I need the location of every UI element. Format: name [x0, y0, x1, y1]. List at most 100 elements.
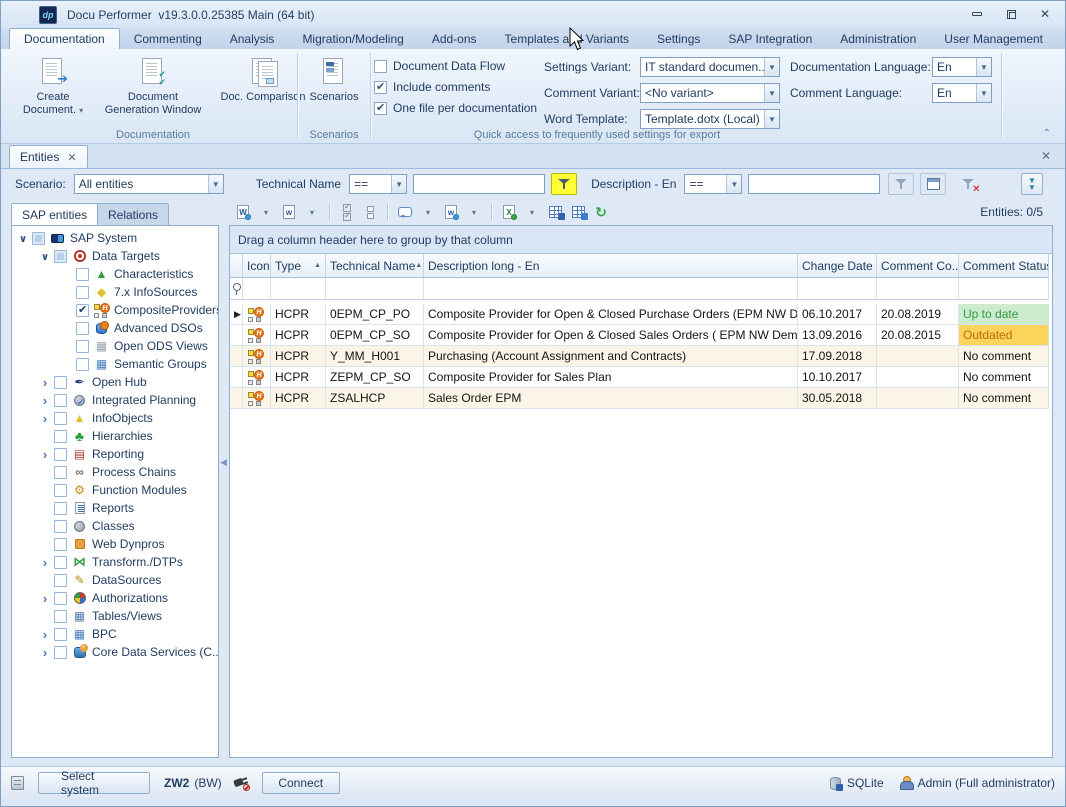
tree-item-data-targets[interactable]: Data Targets	[12, 247, 218, 265]
filter-editor-button[interactable]	[920, 173, 946, 195]
collapse-ribbon-icon[interactable]: ⌃	[1043, 128, 1051, 139]
checkbox[interactable]	[54, 376, 67, 389]
filter-button[interactable]	[888, 173, 914, 195]
checkbox[interactable]	[54, 394, 67, 407]
group-by-panel[interactable]: Drag a column header here to group by th…	[230, 226, 1052, 254]
column-header-description[interactable]: Description long - En	[424, 254, 798, 278]
expander-icon[interactable]	[38, 555, 52, 570]
comment-button[interactable]	[395, 202, 415, 222]
tree-item-classes[interactable]: Classes	[12, 517, 218, 535]
tree-item-hierarchies[interactable]: ♣Hierarchies	[12, 427, 218, 445]
doc-comparison-button[interactable]: Doc. Comparison	[213, 53, 313, 104]
tab-settings[interactable]: Settings	[643, 29, 714, 49]
chevron-down-icon[interactable]: ▼	[726, 175, 741, 193]
uncheck-all-button[interactable]	[360, 202, 380, 222]
create-document-button[interactable]: ➔ Create Document. ▾	[15, 53, 91, 117]
collapse-left-icon[interactable]: ◀	[220, 457, 227, 468]
checkbox[interactable]	[54, 412, 67, 425]
checkbox-icon[interactable]	[374, 60, 387, 73]
checkbox[interactable]	[54, 484, 67, 497]
chevron-down-icon[interactable]: ▼	[764, 84, 779, 102]
minimize-button[interactable]	[969, 7, 985, 21]
expander-icon[interactable]	[38, 627, 52, 642]
checkbox[interactable]	[76, 304, 89, 317]
scenario-combo[interactable]: All entities ▼	[74, 174, 224, 194]
load-grid-layout-button[interactable]	[568, 202, 588, 222]
export-word-button[interactable]: W	[233, 202, 253, 222]
scenarios-button[interactable]: Scenarios	[301, 53, 367, 104]
filter-cell[interactable]	[798, 278, 877, 300]
chevron-down-icon[interactable]: ▼	[391, 175, 406, 193]
filter-cell[interactable]	[877, 278, 959, 300]
chevron-down-icon[interactable]: ▼	[764, 110, 779, 128]
checkbox[interactable]	[54, 592, 67, 605]
tree-item-function-modules[interactable]: ⚙Function Modules	[12, 481, 218, 499]
checkbox[interactable]	[32, 232, 45, 245]
checkbox[interactable]	[76, 358, 89, 371]
column-header-icon[interactable]: Icon	[243, 254, 271, 278]
tab-sap-entities[interactable]: SAP entities	[11, 203, 98, 225]
checkbox[interactable]	[54, 466, 67, 479]
tab-sap-integration[interactable]: SAP Integration	[714, 29, 826, 49]
restore-button[interactable]	[1003, 7, 1019, 21]
column-header-comment-status[interactable]: Comment Status	[959, 254, 1049, 278]
tree-item-process-chains[interactable]: ∞Process Chains	[12, 463, 218, 481]
save-grid-layout-button[interactable]	[545, 202, 565, 222]
filter-cell[interactable]	[959, 278, 1049, 300]
tab-analysis[interactable]: Analysis	[216, 29, 289, 49]
checkbox-icon[interactable]	[374, 81, 387, 94]
filter-cell[interactable]	[424, 278, 798, 300]
tree-item-tables-views[interactable]: ▦Tables/Views	[12, 607, 218, 625]
tab-user-management[interactable]: User Management	[930, 29, 1057, 49]
checkbox-include-comments[interactable]: Include comments	[374, 80, 537, 94]
filter-cell[interactable]	[326, 278, 424, 300]
tab-migration-modeling[interactable]: Migration/Modeling	[288, 29, 417, 49]
word-template-combo[interactable]: Template.dotx (Local) ▼	[640, 109, 780, 129]
tree-item-open-ods-views[interactable]: ▦Open ODS Views	[12, 337, 218, 355]
expander-icon[interactable]	[38, 645, 52, 660]
grid-row-1[interactable]: ▶ H HCPR 0EPM_CP_PO Composite Provider f…	[230, 304, 1052, 325]
column-header-type[interactable]: Type▲	[271, 254, 326, 278]
tab-administration[interactable]: Administration	[826, 29, 930, 49]
description-operator-combo[interactable]: == ▼	[684, 174, 742, 194]
tree-item-sap-system[interactable]: SAP System	[12, 229, 218, 247]
technical-name-operator-combo[interactable]: == ▼	[349, 174, 407, 194]
tree-item-compositeproviders[interactable]: HCompositeProviders	[12, 301, 218, 319]
tree-item-datasources[interactable]: ✎DataSources	[12, 571, 218, 589]
tree-item-integrated-planning[interactable]: Integrated Planning	[12, 391, 218, 409]
checkbox[interactable]	[54, 538, 67, 551]
tab-documentation[interactable]: Documentation	[9, 28, 120, 49]
grid-row-3[interactable]: H HCPR Y_MM_H001 Purchasing (Account Ass…	[230, 346, 1052, 367]
comment-dropdown[interactable]: ▾	[418, 202, 438, 222]
checkbox[interactable]	[54, 250, 67, 263]
grid-row-4[interactable]: H HCPR ZEPM_CP_SO Composite Provider for…	[230, 367, 1052, 388]
column-header-technical-name[interactable]: Technical Name▲	[326, 254, 424, 278]
system-list-icon[interactable]	[11, 776, 24, 790]
expander-icon[interactable]	[38, 249, 52, 263]
settings-variant-combo[interactable]: IT standard documen... ▼	[640, 57, 780, 77]
grid-row-5[interactable]: H HCPR ZSALHCP Sales Order EPM 30.05.201…	[230, 388, 1052, 409]
export-excel-dropdown[interactable]: ▾	[522, 202, 542, 222]
filter-cell[interactable]	[271, 278, 326, 300]
doc-tab-entities[interactable]: Entities ✕	[9, 145, 88, 168]
grid-row-2[interactable]: H HCPR 0EPM_CP_SO Composite Provider for…	[230, 325, 1052, 346]
chevron-down-icon[interactable]: ▼	[976, 58, 991, 76]
expander-icon[interactable]	[38, 411, 52, 426]
checkbox[interactable]	[54, 430, 67, 443]
tab-help[interactable]: Help	[1057, 29, 1066, 49]
tree-item-advanced-dsos[interactable]: Advanced DSOs	[12, 319, 218, 337]
chevron-down-icon[interactable]: ▼	[208, 175, 223, 193]
tree-item-characteristics[interactable]: ▲Characteristics	[12, 265, 218, 283]
tree-item-core-data-services[interactable]: Core Data Services (C...	[12, 643, 218, 661]
checkbox[interactable]	[54, 574, 67, 587]
connect-button[interactable]: Connect	[262, 772, 340, 794]
expander-icon[interactable]	[38, 591, 52, 606]
comment-word-export-button[interactable]: w	[441, 202, 461, 222]
expander-icon[interactable]	[38, 447, 52, 462]
tree-item-semantic-groups[interactable]: ▦Semantic Groups	[12, 355, 218, 373]
checkbox[interactable]	[54, 448, 67, 461]
comment-word-dropdown[interactable]: ▾	[464, 202, 484, 222]
tree-item-web-dynpros[interactable]: Web Dynpros	[12, 535, 218, 553]
tree-item-infoobjects[interactable]: ▲InfoObjects	[12, 409, 218, 427]
expander-icon[interactable]	[16, 231, 30, 245]
